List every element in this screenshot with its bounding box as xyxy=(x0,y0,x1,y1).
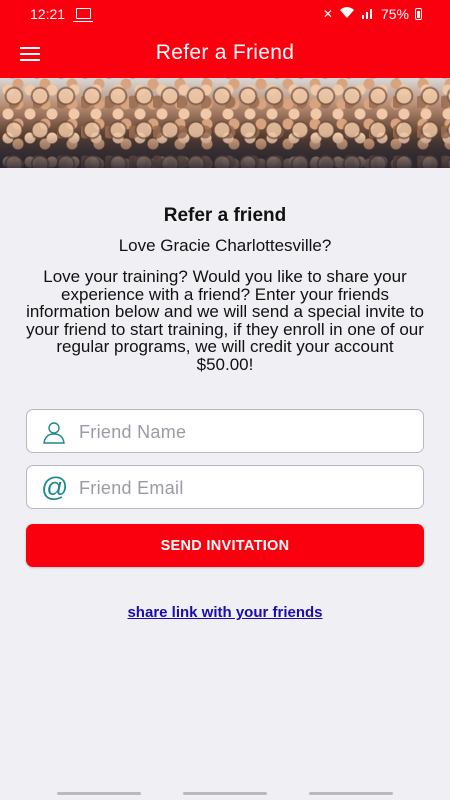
referral-subheading: Love Gracie Charlottesville? xyxy=(118,236,332,255)
banner-shade xyxy=(0,134,450,168)
friend-email-field[interactable]: @ xyxy=(26,465,424,510)
nav-handle-left[interactable] xyxy=(57,792,141,795)
signal-icon xyxy=(361,7,375,22)
at-icon: @ xyxy=(41,472,69,502)
friend-name-field[interactable] xyxy=(26,409,424,454)
send-invitation-button[interactable]: SEND INVITATION xyxy=(26,524,424,567)
referral-description: Love your training? Would you like to sh… xyxy=(26,267,424,374)
nav-handle-center[interactable] xyxy=(183,792,267,795)
referral-heading: Refer a friend xyxy=(163,205,287,226)
status-icons: ✕ 75% xyxy=(323,6,422,22)
status-time: 12:21 xyxy=(30,6,66,22)
app-bar: Refer a Friend xyxy=(0,30,450,78)
page-title: Refer a Friend xyxy=(155,41,295,64)
mute-icon: ✕ xyxy=(322,7,333,21)
nav-handle-right[interactable] xyxy=(309,792,393,795)
battery-percent: 75% xyxy=(380,6,409,22)
system-nav-bar xyxy=(0,790,450,796)
person-icon xyxy=(41,419,67,445)
crowd-banner-image xyxy=(0,78,450,168)
friend-name-input[interactable] xyxy=(77,410,415,454)
status-bar: 12:21 ✕ 75% xyxy=(0,0,450,30)
share-link[interactable]: share link with your friends xyxy=(0,604,450,621)
battery-icon xyxy=(415,8,422,20)
cast-icon xyxy=(73,8,93,22)
wifi-icon xyxy=(339,6,355,22)
friend-email-input[interactable] xyxy=(77,466,415,510)
